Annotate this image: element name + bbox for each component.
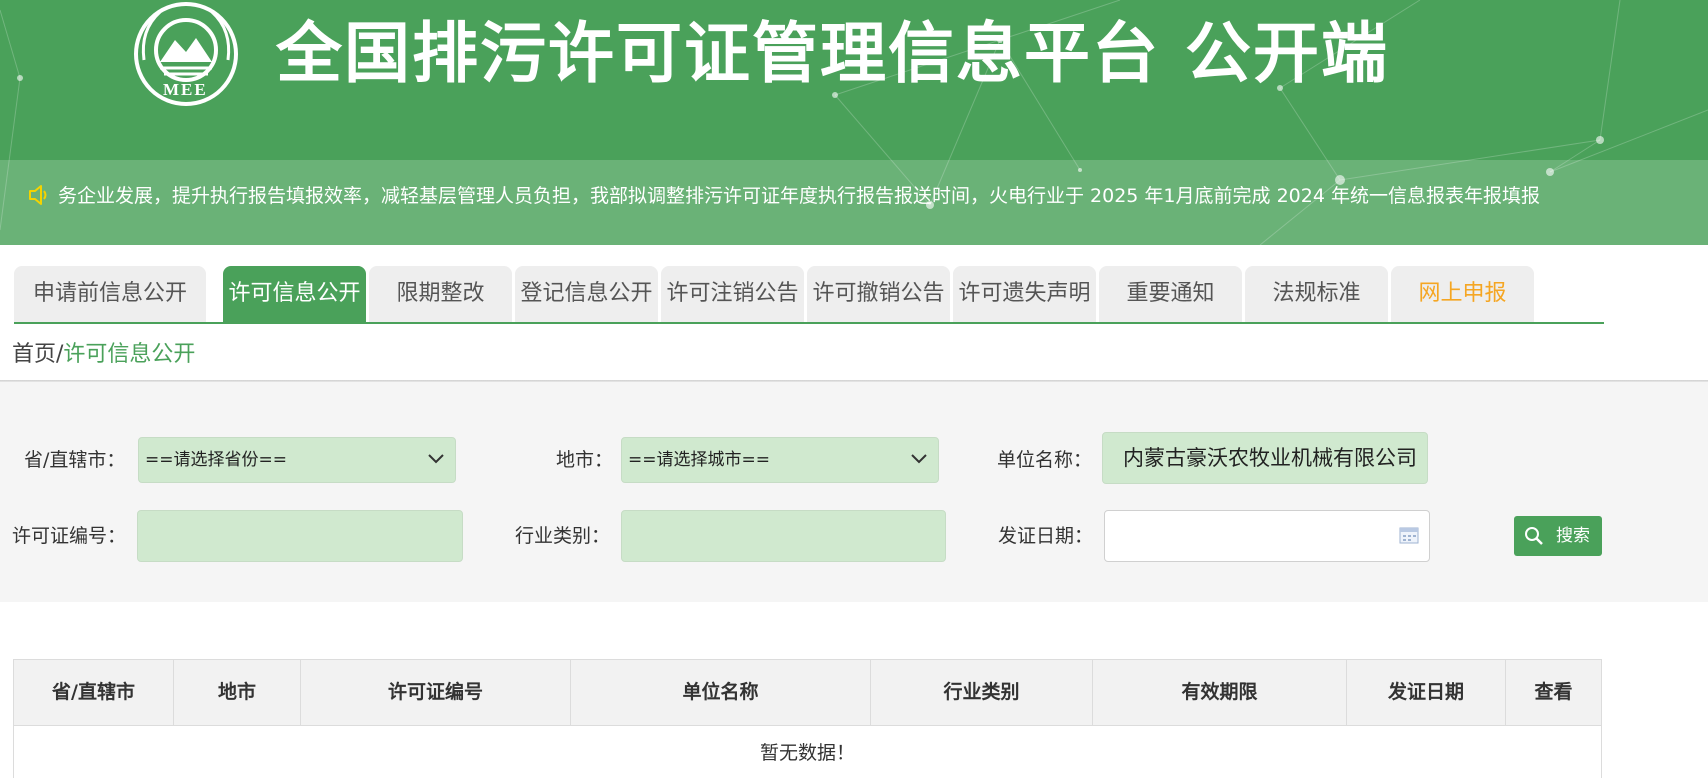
tab-license-info[interactable]: 许可信息公开 xyxy=(223,266,366,322)
site-header: MEE 全国排污许可证管理信息平台 公开端 务企业发展，提升执行报告填报效率，减… xyxy=(0,0,1708,245)
th-license-number: 许可证编号 xyxy=(301,660,571,725)
industry-label: 行业类别： xyxy=(515,525,611,547)
search-icon xyxy=(1525,527,1543,545)
breadcrumb-current: 许可信息公开 xyxy=(63,342,196,367)
logo-text: MEE xyxy=(163,80,208,99)
license-number-input[interactable] xyxy=(137,510,463,562)
th-industry: 行业类别 xyxy=(871,660,1093,725)
industry-input[interactable] xyxy=(621,510,946,562)
tab-online-application[interactable]: 网上申报 xyxy=(1391,266,1534,322)
th-view: 查看 xyxy=(1534,681,1573,703)
notice-marquee-text: 务企业发展，提升执行报告填报效率，减轻基层管理人员负担，我部拟调整排污许可证年度… xyxy=(58,185,1540,207)
company-label: 单位名称： xyxy=(997,449,1093,471)
province-label: 省/直辖市： xyxy=(24,449,126,471)
results-table: 省/直辖市 地市 许可证编号 单位名称 行业类别 有效期限 发证日期 查看 暂无… xyxy=(13,659,1602,778)
tab-cancellation-notice[interactable]: 许可注销公告 xyxy=(661,266,804,322)
site-title: 全国排污许可证管理信息平台 公开端 xyxy=(276,15,1389,92)
tab-registration-info[interactable]: 登记信息公开 xyxy=(515,266,658,322)
search-button-label: 搜索 xyxy=(1556,526,1590,546)
tab-regulations[interactable]: 法规标准 xyxy=(1245,266,1388,322)
th-validity: 有效期限 xyxy=(1093,660,1347,725)
main-nav-tabs: 申请前信息公开 许可信息公开 限期整改 登记信息公开 许可注销公告 许可撤销公告… xyxy=(14,266,1604,324)
issue-date-label: 发证日期： xyxy=(998,525,1094,547)
tab-important-notice[interactable]: 重要通知 xyxy=(1099,266,1242,322)
city-label: 地市： xyxy=(556,449,614,471)
city-select-value: ==请选择城市== xyxy=(628,450,770,470)
search-panel xyxy=(0,382,1708,602)
tab-loss-statement[interactable]: 许可遗失声明 xyxy=(953,266,1096,322)
th-city: 地市 xyxy=(174,660,301,725)
chevron-down-icon xyxy=(911,454,927,464)
th-issue-date: 发证日期 xyxy=(1347,660,1506,725)
chevron-down-icon xyxy=(428,454,444,464)
company-name-input[interactable]: 内蒙古豪沃农牧业机械有限公司 xyxy=(1102,432,1428,484)
th-company-name: 单位名称 xyxy=(571,660,871,725)
search-button[interactable]: 搜索 xyxy=(1514,516,1602,556)
issue-date-input[interactable] xyxy=(1104,510,1430,562)
province-select-value: ==请选择省份== xyxy=(145,450,287,470)
city-select[interactable]: ==请选择城市== xyxy=(621,437,939,483)
speaker-icon xyxy=(29,185,47,205)
table-header-row: 省/直辖市 地市 许可证编号 单位名称 行业类别 有效期限 发证日期 查看 xyxy=(14,660,1601,726)
breadcrumb-home[interactable]: 首页/ xyxy=(12,342,63,367)
tab-revocation-notice[interactable]: 许可撤销公告 xyxy=(807,266,950,322)
th-province: 省/直辖市 xyxy=(14,660,174,725)
province-select[interactable]: ==请选择省份== xyxy=(138,437,456,483)
tab-pre-application-info[interactable]: 申请前信息公开 xyxy=(14,266,206,322)
empty-state-text: 暂无数据！ xyxy=(759,742,855,764)
license-number-label: 许可证编号： xyxy=(12,525,127,547)
calendar-icon[interactable] xyxy=(1399,526,1419,544)
breadcrumb: 首页/许可信息公开 xyxy=(12,338,195,372)
tab-rectification[interactable]: 限期整改 xyxy=(369,266,512,322)
